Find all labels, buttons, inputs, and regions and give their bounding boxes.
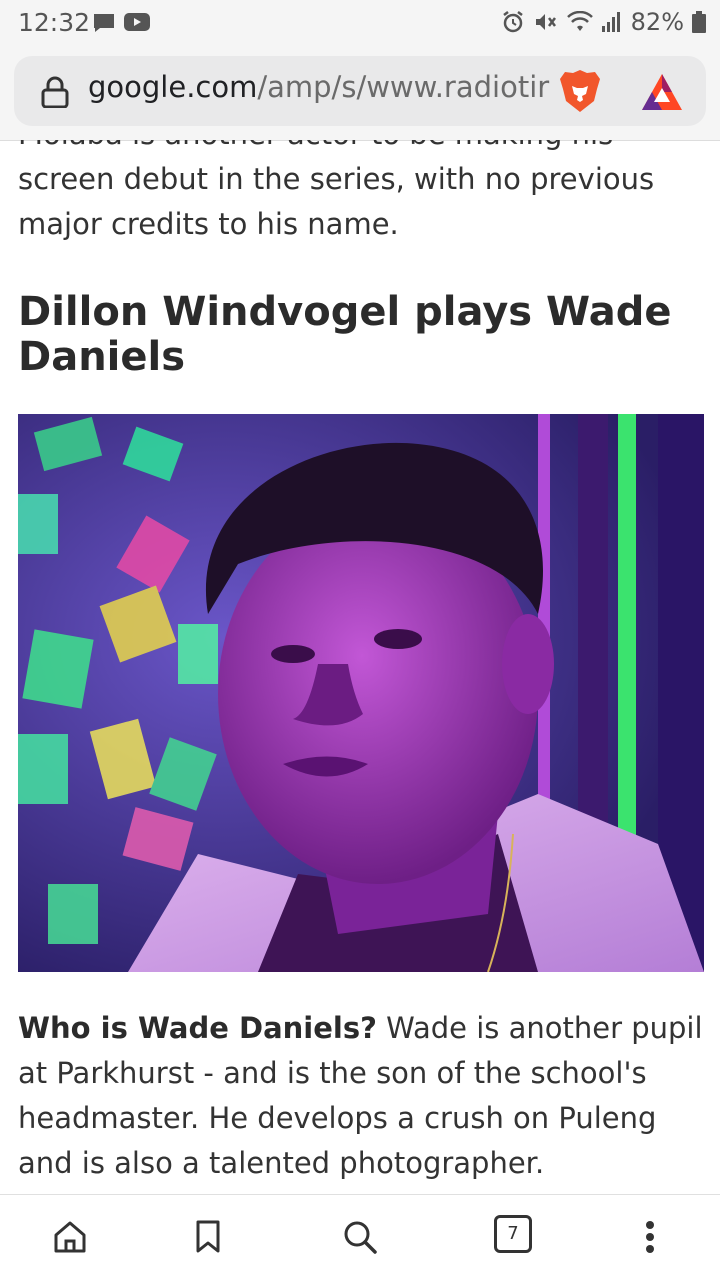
battery-percent: 82% [630,8,684,36]
search-button[interactable] [340,1215,380,1259]
battery-icon [692,11,706,33]
bat-rewards-icon[interactable] [640,72,684,112]
paragraph-bold-lead: Who is Wade Daniels? [18,1011,377,1045]
url-path: /amp/s/www.radiotir [257,70,550,104]
bookmark-icon [196,1220,220,1253]
alarm-icon [502,11,523,33]
search-icon [344,1221,377,1254]
tabs-button[interactable]: 7 [494,1215,532,1253]
browser-toolbar: google.com/amp/s/www.radiotir [0,46,720,141]
status-time: 12:32 [18,8,91,37]
section-heading: Dillon Windvogel plays Wade Daniels [18,289,672,380]
article-paragraph-partial: Molaba is another actor to be making his… [18,140,655,241]
signal-icon [601,12,620,32]
brave-shields-icon[interactable] [558,68,602,114]
actor-portrait [18,414,704,972]
youtube-icon [124,13,150,31]
lock-icon[interactable] [40,76,70,108]
message-icon [94,14,114,32]
home-button[interactable] [50,1215,90,1259]
mute-icon [535,14,556,30]
address-bar[interactable]: google.com/amp/s/www.radiotir [14,56,706,126]
notification-icons [92,12,150,34]
status-right: 82% [501,8,706,36]
bottom-navigation: 7 [0,1194,720,1281]
menu-button[interactable] [630,1215,670,1259]
url-text[interactable]: google.com/amp/s/www.radiotir [88,70,554,104]
wifi-icon [566,11,593,31]
status-bar: 12:32 82% [0,0,720,46]
url-host: google.com [88,70,258,104]
article-paragraph: Who is Wade Daniels? Wade is another pup… [18,1006,708,1186]
home-icon [54,1221,86,1253]
bookmark-button[interactable] [188,1215,228,1259]
menu-icon [646,1221,654,1253]
article-content: Molaba is another actor to be making his… [0,140,720,1194]
article-photo[interactable] [18,414,704,972]
